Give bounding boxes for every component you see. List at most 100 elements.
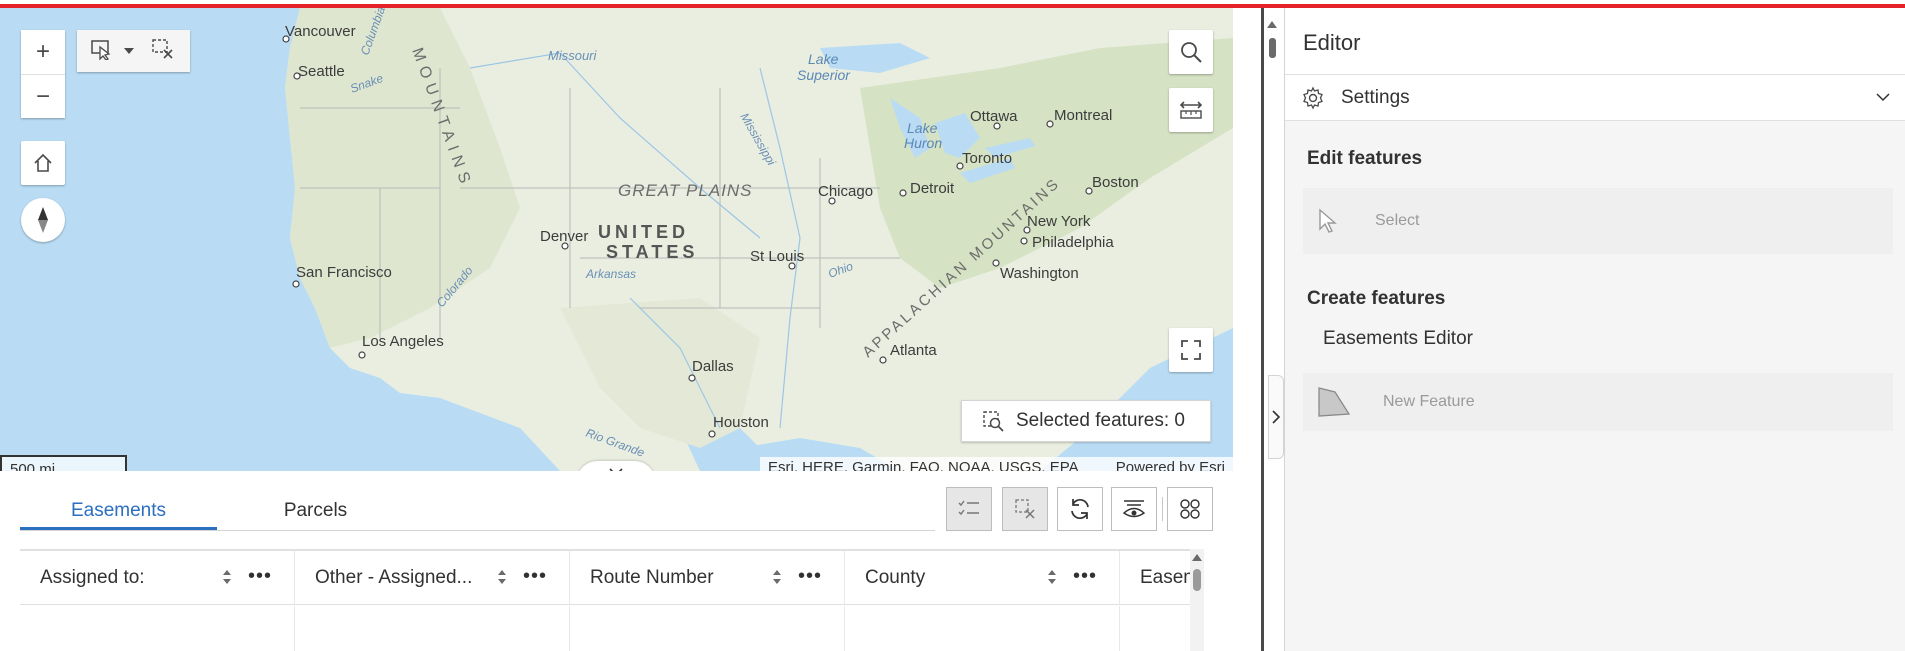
gear-icon bbox=[1303, 86, 1323, 109]
clear-table-selection-button[interactable] bbox=[1002, 487, 1048, 531]
column-header[interactable]: Easem bbox=[1120, 551, 1193, 605]
table-tabs: Easements Parcels bbox=[20, 491, 935, 531]
show-selected-button[interactable] bbox=[946, 487, 992, 531]
clear-selection-button[interactable] bbox=[151, 38, 175, 65]
app-top-border bbox=[0, 0, 1905, 8]
map-label-united: UNITED bbox=[598, 222, 689, 242]
map-label-lake-huron-2: Huron bbox=[904, 135, 942, 151]
table-cell[interactable] bbox=[570, 606, 845, 651]
expand-panel-button[interactable] bbox=[1268, 375, 1284, 459]
attribute-grid: Assigned to: ••• Other - Assigned... •••… bbox=[20, 549, 1193, 651]
refresh-icon bbox=[1071, 498, 1089, 520]
zoom-controls: + − bbox=[21, 30, 65, 118]
map-label-chicago: Chicago bbox=[818, 183, 873, 200]
column-menu-icon[interactable]: ••• bbox=[248, 565, 272, 588]
polygon-icon bbox=[1318, 387, 1351, 417]
toggle-columns-button[interactable] bbox=[1111, 487, 1157, 531]
column-header-label: County bbox=[865, 566, 926, 588]
powered-by-link[interactable]: Powered by Esri bbox=[1116, 459, 1225, 471]
home-button[interactable] bbox=[21, 141, 65, 185]
table-cell[interactable] bbox=[845, 606, 1120, 651]
zoom-to-selection-icon bbox=[983, 411, 1004, 432]
compass-button[interactable] bbox=[21, 198, 65, 242]
selected-features-label: Selected features: 0 bbox=[1016, 410, 1185, 431]
map-label-new-york: New York bbox=[1027, 213, 1091, 230]
fullscreen-icon bbox=[1181, 340, 1201, 360]
column-header-label: Assigned to: bbox=[40, 566, 145, 588]
map-label-st-louis: St Louis bbox=[750, 248, 804, 265]
table-cell[interactable] bbox=[20, 606, 295, 651]
column-header-label: Easem bbox=[1140, 566, 1193, 588]
editor-title: Editor bbox=[1285, 8, 1905, 75]
scroll-thumb[interactable] bbox=[1193, 569, 1201, 591]
clear-selection-icon bbox=[1015, 499, 1035, 519]
new-feature-template[interactable]: New Feature bbox=[1303, 373, 1893, 431]
map-label-lake-huron-1: Lake bbox=[907, 120, 938, 136]
toolbar-divider bbox=[1162, 497, 1163, 521]
table-cell[interactable] bbox=[295, 606, 570, 651]
selected-features-button[interactable]: Selected features: 0 bbox=[961, 400, 1211, 442]
map-label-dallas: Dallas bbox=[692, 358, 734, 375]
column-menu-icon[interactable]: ••• bbox=[523, 565, 547, 588]
sort-icon[interactable] bbox=[1047, 569, 1057, 585]
compass-icon bbox=[38, 207, 48, 233]
home-icon bbox=[34, 153, 52, 172]
chevron-down-icon bbox=[1876, 93, 1890, 102]
map-label-great-plains: GREAT PLAINS bbox=[618, 181, 753, 200]
column-menu-icon[interactable]: ••• bbox=[1073, 565, 1097, 588]
map-attribution: Esri, HERE, Garmin, FAO, NOAA, USGS, EPA… bbox=[760, 457, 1233, 471]
attribution-text: Esri, HERE, Garmin, FAO, NOAA, USGS, EPA bbox=[768, 459, 1079, 471]
column-header[interactable]: Other - Assigned... ••• bbox=[295, 551, 570, 605]
scroll-up-icon[interactable] bbox=[1266, 18, 1278, 30]
map-view[interactable]: Vancouver Seattle Missouri Lake Superior… bbox=[0, 8, 1233, 471]
select-tool-button[interactable]: Select bbox=[1303, 188, 1893, 254]
map-label-states: STATES bbox=[606, 242, 698, 262]
sort-icon[interactable] bbox=[497, 569, 507, 585]
settings-label: Settings bbox=[1341, 86, 1410, 108]
tab-easements[interactable]: Easements bbox=[20, 491, 217, 530]
grid-icon bbox=[1180, 499, 1200, 519]
column-header[interactable]: Route Number ••• bbox=[570, 551, 845, 605]
scale-bar: 500 mi bbox=[0, 455, 127, 471]
sort-icon[interactable] bbox=[222, 569, 232, 585]
feature-table-panel: Easements Parcels Assigned to: ••• Other… bbox=[0, 471, 1233, 651]
selection-dropdown-button[interactable] bbox=[123, 42, 135, 60]
select-rectangle-icon bbox=[91, 39, 111, 61]
map-label-montreal: Montreal bbox=[1054, 107, 1112, 124]
map-label-detroit: Detroit bbox=[910, 180, 955, 197]
panel-splitter[interactable] bbox=[1261, 8, 1264, 651]
map-label-houston: Houston bbox=[713, 414, 769, 431]
measure-icon bbox=[1179, 101, 1203, 119]
map-label-arkansas: Arkansas bbox=[585, 267, 636, 281]
zoom-in-button[interactable]: + bbox=[21, 30, 65, 74]
map-label-vancouver: Vancouver bbox=[285, 23, 356, 40]
edit-features-heading: Edit features bbox=[1307, 148, 1423, 169]
search-button[interactable] bbox=[1169, 30, 1213, 74]
select-by-rectangle-button[interactable] bbox=[89, 38, 115, 65]
fullscreen-button[interactable] bbox=[1169, 328, 1213, 372]
settings-section[interactable]: Settings bbox=[1285, 75, 1905, 121]
eye-filter-icon bbox=[1122, 500, 1146, 518]
zoom-out-button[interactable]: − bbox=[21, 74, 65, 118]
scroll-up-icon[interactable] bbox=[1190, 551, 1204, 563]
caret-down-icon bbox=[124, 48, 134, 54]
map-label-denver: Denver bbox=[540, 228, 588, 245]
scroll-thumb[interactable] bbox=[1269, 38, 1276, 58]
layouts-button[interactable] bbox=[1167, 487, 1213, 531]
page-scrollbar[interactable] bbox=[1266, 8, 1278, 651]
map-label-los-angeles: Los Angeles bbox=[362, 333, 444, 350]
map-label-lake-superior-1: Lake bbox=[808, 51, 839, 67]
map-label-toronto: Toronto bbox=[962, 150, 1012, 167]
map-label-atlanta: Atlanta bbox=[890, 342, 937, 359]
refresh-button[interactable] bbox=[1057, 487, 1103, 531]
column-menu-icon[interactable]: ••• bbox=[798, 565, 822, 588]
measure-button[interactable] bbox=[1169, 88, 1213, 132]
tab-parcels[interactable]: Parcels bbox=[217, 491, 414, 530]
column-header[interactable]: County ••• bbox=[845, 551, 1120, 605]
collapse-table-button[interactable] bbox=[576, 461, 656, 471]
sort-icon[interactable] bbox=[772, 569, 782, 585]
column-header[interactable]: Assigned to: ••• bbox=[20, 551, 295, 605]
table-scrollbar[interactable] bbox=[1190, 549, 1204, 651]
layer-name: Easements Editor bbox=[1323, 328, 1473, 349]
chevron-right-icon bbox=[1272, 410, 1281, 424]
